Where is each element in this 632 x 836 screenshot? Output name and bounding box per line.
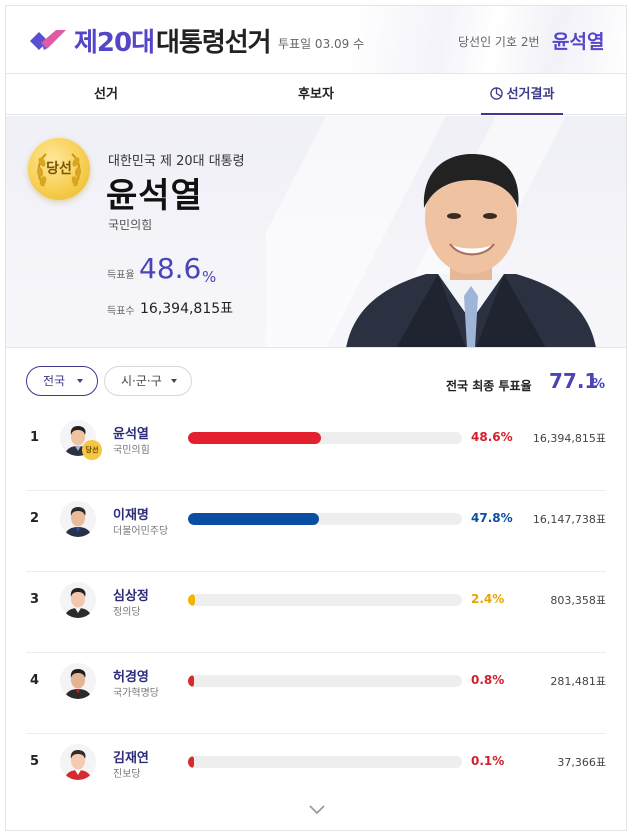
- vote-share-fill: [188, 594, 195, 606]
- vote-rate-unit: %: [202, 268, 217, 286]
- candidate-party: 국가혁명당: [113, 688, 159, 699]
- tab-results[interactable]: 선거결과: [481, 75, 563, 115]
- vote-share-bar: [188, 594, 462, 606]
- rank: 3: [30, 592, 40, 607]
- filter-bar: 전국 시·군·구 전국 최종 투표율 77.1 %: [6, 349, 626, 405]
- candidate-row[interactable]: 3 심상정 정의당 2.4% 803,358표: [26, 572, 606, 653]
- candidate-party: 더불어민주당: [113, 526, 169, 537]
- candidate-photo: [60, 501, 96, 537]
- vote-count: 803,358표: [550, 594, 606, 607]
- candidate-avatar: [60, 582, 96, 618]
- tab-label: 선거결과: [506, 87, 555, 102]
- vote-percent: 47.8%: [471, 511, 513, 525]
- vote-share-fill: [188, 513, 319, 525]
- district-select[interactable]: 시·군·구: [104, 366, 192, 396]
- vote-percent: 0.1%: [471, 754, 505, 768]
- region-select[interactable]: 전국: [26, 366, 98, 396]
- vote-percent: 2.4%: [471, 592, 505, 606]
- vote-count: 16,147,738표: [532, 513, 606, 526]
- election-title: 대통령선거: [156, 28, 272, 58]
- tab-label: 후보자: [298, 87, 334, 102]
- winner-party: 국민의힘: [108, 218, 153, 232]
- candidate-row[interactable]: 5 김재연 진보당 0.1% 37,366표: [26, 734, 606, 815]
- election-widget: 제20대 대통령선거 투표일 03.09 수 당선인 기호 2번 윤석열 선거 …: [5, 5, 627, 831]
- vote-count: 281,481표: [550, 675, 606, 688]
- vote-share-bar: [188, 756, 462, 768]
- candidate-row[interactable]: 2 이재명 더불어민주당 47.8% 16,147,738표: [26, 491, 606, 572]
- turnout-unit: %: [592, 377, 606, 392]
- candidate-photo: [60, 663, 96, 699]
- vote-percent: 0.8%: [471, 673, 505, 687]
- candidate-name[interactable]: 윤석열: [113, 423, 149, 442]
- vote-rate-label: 득표율: [107, 270, 135, 281]
- elected-badge: 당선: [28, 138, 90, 200]
- candidate-name[interactable]: 김재연: [113, 747, 149, 766]
- candidate-name[interactable]: 이재명: [113, 504, 149, 523]
- candidate-party: 진보당: [113, 769, 141, 780]
- candidate-name[interactable]: 심상정: [113, 585, 149, 604]
- elected-badge-label: 당선: [46, 161, 72, 177]
- header: 제20대 대통령선거 투표일 03.09 수 당선인 기호 2번 윤석열: [6, 6, 626, 74]
- vote-percent: 48.6%: [471, 430, 513, 444]
- vote-share-fill: [188, 756, 194, 768]
- vote-share-fill: [188, 432, 321, 444]
- candidate-photo: [60, 744, 96, 780]
- winner-portrait: [346, 154, 596, 347]
- tab-label: 선거: [94, 87, 118, 102]
- winner-hero: 당선 대한민국 제 20대 대통령 윤석열 국민의힘 득표율 48.6 % 득표…: [6, 116, 626, 348]
- pie-chart-icon: [489, 87, 503, 100]
- candidate-avatar: [60, 744, 96, 780]
- office-title: 대한민국 제 20대 대통령: [108, 154, 245, 169]
- candidate-avatar: [60, 501, 96, 537]
- vote-share-bar: [188, 675, 462, 687]
- rank: 1: [30, 430, 40, 445]
- vote-share-bar: [188, 432, 462, 444]
- tab-election[interactable]: 선거: [66, 75, 146, 115]
- check-logo-icon: [30, 30, 66, 50]
- vote-count: 16,394,815표: [532, 432, 606, 445]
- candidate-party: 정의당: [113, 607, 141, 618]
- region-select-label: 전국: [43, 374, 66, 388]
- district-select-label: 시·군·구: [121, 374, 162, 388]
- vote-count-value: 16,394,815표: [140, 301, 234, 317]
- winner-name[interactable]: 윤석열: [552, 27, 604, 54]
- candidate-row[interactable]: 1 당선 윤석열 국민의힘 48.6% 16,394,815표: [26, 410, 606, 491]
- candidate-avatar: [60, 663, 96, 699]
- vote-count: 37,366표: [557, 756, 606, 769]
- candidate-party: 국민의힘: [113, 445, 150, 456]
- tab-bar: 선거 후보자 선거결과: [6, 75, 626, 115]
- rank: 4: [30, 673, 40, 688]
- turnout-label: 전국 최종 투표율: [446, 379, 532, 393]
- elected-mini-badge: 당선: [82, 440, 102, 460]
- turnout-value: 77.1: [549, 369, 599, 393]
- chevron-down-icon[interactable]: [308, 804, 326, 816]
- vote-date: 투표일 03.09 수: [278, 37, 365, 51]
- caret-down-icon: [77, 379, 83, 383]
- vote-share-fill: [188, 675, 194, 687]
- vote-count-label: 득표수: [107, 306, 135, 317]
- vote-share-bar: [188, 513, 462, 525]
- tab-candidates[interactable]: 후보자: [276, 75, 356, 115]
- rank: 5: [30, 754, 40, 769]
- candidate-row[interactable]: 4 허경영 국가혁명당 0.8% 281,481표: [26, 653, 606, 734]
- election-number: 제20대: [74, 28, 155, 58]
- rank: 2: [30, 511, 40, 526]
- winner-name-large[interactable]: 윤석열: [106, 168, 203, 217]
- winner-label: 당선인 기호 2번: [458, 35, 540, 49]
- candidate-photo: [60, 582, 96, 618]
- vote-rate-value: 48.6: [139, 252, 202, 285]
- candidate-name[interactable]: 허경영: [113, 666, 149, 685]
- caret-down-icon: [171, 379, 177, 383]
